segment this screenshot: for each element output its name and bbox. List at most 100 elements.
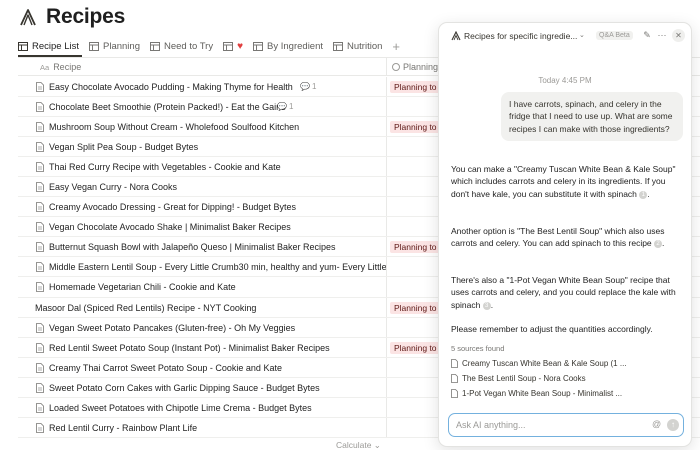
recipe-name[interactable]: Red Lentil Sweet Potato Soup (Instant Po… bbox=[49, 343, 330, 353]
page-icon bbox=[36, 82, 44, 92]
planning-tag[interactable]: Planning to bbox=[390, 241, 440, 254]
answer-paragraph: You can make a "Creamy Tuscan White Bean… bbox=[451, 164, 676, 199]
source-title: Creamy Tuscan White Bean & Kale Soup (1 … bbox=[462, 359, 627, 368]
recipe-name[interactable]: Vegan Sweet Potato Pancakes (Gluten-free… bbox=[49, 323, 295, 333]
source-title: The Best Lentil Soup - Nora Cooks bbox=[462, 374, 586, 383]
column-divider bbox=[386, 77, 387, 97]
recipe-name[interactable]: Middle Eastern Lentil Soup - Every Littl… bbox=[49, 262, 387, 272]
comment-count[interactable]: 💬 1 bbox=[300, 82, 316, 91]
tab-favorites[interactable]: ♥ bbox=[223, 37, 243, 55]
table-icon bbox=[223, 41, 234, 51]
user-message: I have carrots, spinach, and celery in t… bbox=[501, 92, 683, 142]
comment-icon: 💬 bbox=[277, 102, 287, 112]
citation-badge[interactable]: 1 bbox=[639, 190, 648, 199]
page-icon bbox=[36, 402, 44, 413]
column-divider bbox=[386, 417, 387, 437]
chevron-down-icon[interactable]: ⌄ bbox=[579, 31, 585, 39]
page-icon bbox=[36, 182, 44, 193]
close-icon[interactable]: ✕ bbox=[672, 29, 685, 42]
column-header-planning[interactable]: Planning bbox=[386, 58, 438, 76]
planning-tag[interactable]: Planning to bbox=[390, 81, 440, 93]
column-divider bbox=[386, 337, 387, 357]
sources-count: 5 sources found bbox=[451, 344, 505, 353]
column-header-recipe[interactable]: Aa Recipe bbox=[40, 62, 81, 72]
page-icon bbox=[36, 382, 44, 393]
calculate-button[interactable]: Calculate ⌄ bbox=[336, 440, 381, 450]
status-property-icon bbox=[392, 63, 400, 71]
recipe-name[interactable]: Masoor Dal (Spiced Red Lentils) Recipe -… bbox=[35, 303, 256, 313]
ai-qa-panel: Recipes for specific ingredie... ⌄ Q&A B… bbox=[438, 22, 692, 447]
column-divider bbox=[386, 397, 387, 417]
column-divider bbox=[386, 137, 387, 157]
planning-tag[interactable]: Planning to bbox=[390, 301, 440, 314]
more-options-icon[interactable]: ··· bbox=[656, 29, 668, 41]
recipes-logo-icon bbox=[20, 9, 36, 26]
page-icon bbox=[36, 102, 44, 112]
recipe-name[interactable]: Creamy Avocado Dressing - Great for Dipp… bbox=[49, 202, 296, 212]
recipe-name[interactable]: Easy Chocolate Avocado Pudding - Making … bbox=[49, 82, 293, 92]
page-icon bbox=[36, 342, 44, 353]
column-divider bbox=[386, 277, 387, 297]
planning-tag[interactable]: Planning to bbox=[390, 121, 440, 134]
recipe-name[interactable]: Mushroom Soup Without Cream - Wholefood … bbox=[49, 122, 299, 132]
column-divider bbox=[386, 377, 387, 397]
ask-ai-input[interactable] bbox=[456, 418, 646, 432]
recipe-name[interactable]: Loaded Sweet Potatoes with Chipotle Lime… bbox=[49, 403, 312, 413]
send-icon[interactable]: ↑ bbox=[667, 419, 679, 431]
page-icon bbox=[36, 282, 44, 293]
heart-icon: ♥ bbox=[237, 40, 244, 52]
tab-need-to-try[interactable]: Need to Try bbox=[149, 37, 213, 55]
column-divider bbox=[386, 97, 387, 117]
answer-text: Please remember to adjust the quantities… bbox=[451, 324, 653, 334]
recipe-name[interactable]: Butternut Squash Bowl with Jalapeño Ques… bbox=[49, 242, 335, 252]
tab-planning[interactable]: Planning bbox=[89, 37, 140, 55]
comment-count[interactable]: 💬 1 bbox=[277, 102, 293, 111]
qa-beta-badge: Q&A Beta bbox=[596, 31, 633, 40]
ai-panel-title[interactable]: Recipes for specific ingredie... bbox=[464, 31, 577, 41]
page-icon bbox=[36, 162, 44, 173]
column-header-label: Recipe bbox=[53, 62, 82, 72]
recipe-name[interactable]: Red Lentil Curry - Rainbow Plant Life bbox=[49, 423, 197, 433]
calculate-label: Calculate bbox=[336, 440, 372, 450]
recipe-name[interactable]: Vegan Split Pea Soup - Budget Bytes bbox=[49, 142, 198, 152]
page-icon bbox=[36, 362, 44, 373]
recipe-name[interactable]: Creamy Thai Carrot Sweet Potato Soup - C… bbox=[49, 363, 282, 373]
recipe-name[interactable]: Thai Red Curry Recipe with Vegetables - … bbox=[49, 162, 281, 172]
answer-paragraph: Please remember to adjust the quantities… bbox=[451, 323, 683, 335]
citation-badge[interactable]: 2 bbox=[654, 240, 663, 249]
tab-by-ingredient[interactable]: By Ingredient bbox=[253, 37, 323, 55]
source-link[interactable]: 1-Pot Vegan White Bean Soup - Minimalist… bbox=[451, 389, 622, 398]
recipe-name[interactable]: Sweet Potato Corn Cakes with Garlic Dipp… bbox=[49, 383, 320, 393]
page-icon bbox=[36, 202, 44, 213]
tab-recipe-list[interactable]: Recipe List bbox=[18, 37, 79, 55]
page-icon bbox=[36, 322, 44, 333]
page-icon bbox=[36, 222, 44, 233]
answer-paragraph: Another option is "The Best Lentil Soup"… bbox=[451, 226, 665, 249]
recipe-name[interactable]: Homemade Vegetarian Chili - Cookie and K… bbox=[49, 282, 236, 292]
page-title: Recipes bbox=[46, 5, 126, 28]
ai-panel-header: Recipes for specific ingredie... ⌄ Q&A B… bbox=[439, 23, 691, 49]
recipe-name[interactable]: Easy Vegan Curry - Nora Cooks bbox=[49, 182, 177, 192]
citation-badge[interactable]: 3 bbox=[482, 301, 491, 310]
page-icon bbox=[451, 359, 458, 368]
planning-tag[interactable]: Planning to bbox=[390, 341, 440, 354]
column-divider bbox=[386, 237, 387, 257]
table-icon bbox=[18, 41, 28, 51]
page-icon bbox=[36, 422, 44, 433]
ask-ai-field[interactable]: @ ↑ bbox=[448, 413, 684, 437]
column-divider bbox=[386, 177, 387, 197]
add-view-icon[interactable]: + bbox=[392, 37, 400, 55]
page-icon bbox=[451, 389, 458, 398]
column-divider bbox=[386, 197, 387, 217]
page-icon bbox=[36, 262, 44, 273]
recipe-name[interactable]: Chocolate Beet Smoothie (Protein Packed!… bbox=[49, 102, 286, 112]
recipe-name[interactable]: Vegan Chocolate Avocado Shake | Minimali… bbox=[49, 222, 291, 232]
source-link[interactable]: Creamy Tuscan White Bean & Kale Soup (1 … bbox=[451, 359, 627, 368]
new-chat-icon[interactable]: ✎ bbox=[641, 29, 653, 41]
source-link[interactable]: The Best Lentil Soup - Nora Cooks bbox=[451, 374, 586, 383]
recipes-logo-icon bbox=[451, 31, 461, 41]
answer-paragraph: There's also a "1-Pot Vegan White Bean S… bbox=[451, 275, 676, 310]
tab-nutrition[interactable]: Nutrition bbox=[333, 37, 382, 55]
mention-icon[interactable]: @ bbox=[652, 419, 661, 429]
page-header: Recipes bbox=[18, 4, 125, 30]
